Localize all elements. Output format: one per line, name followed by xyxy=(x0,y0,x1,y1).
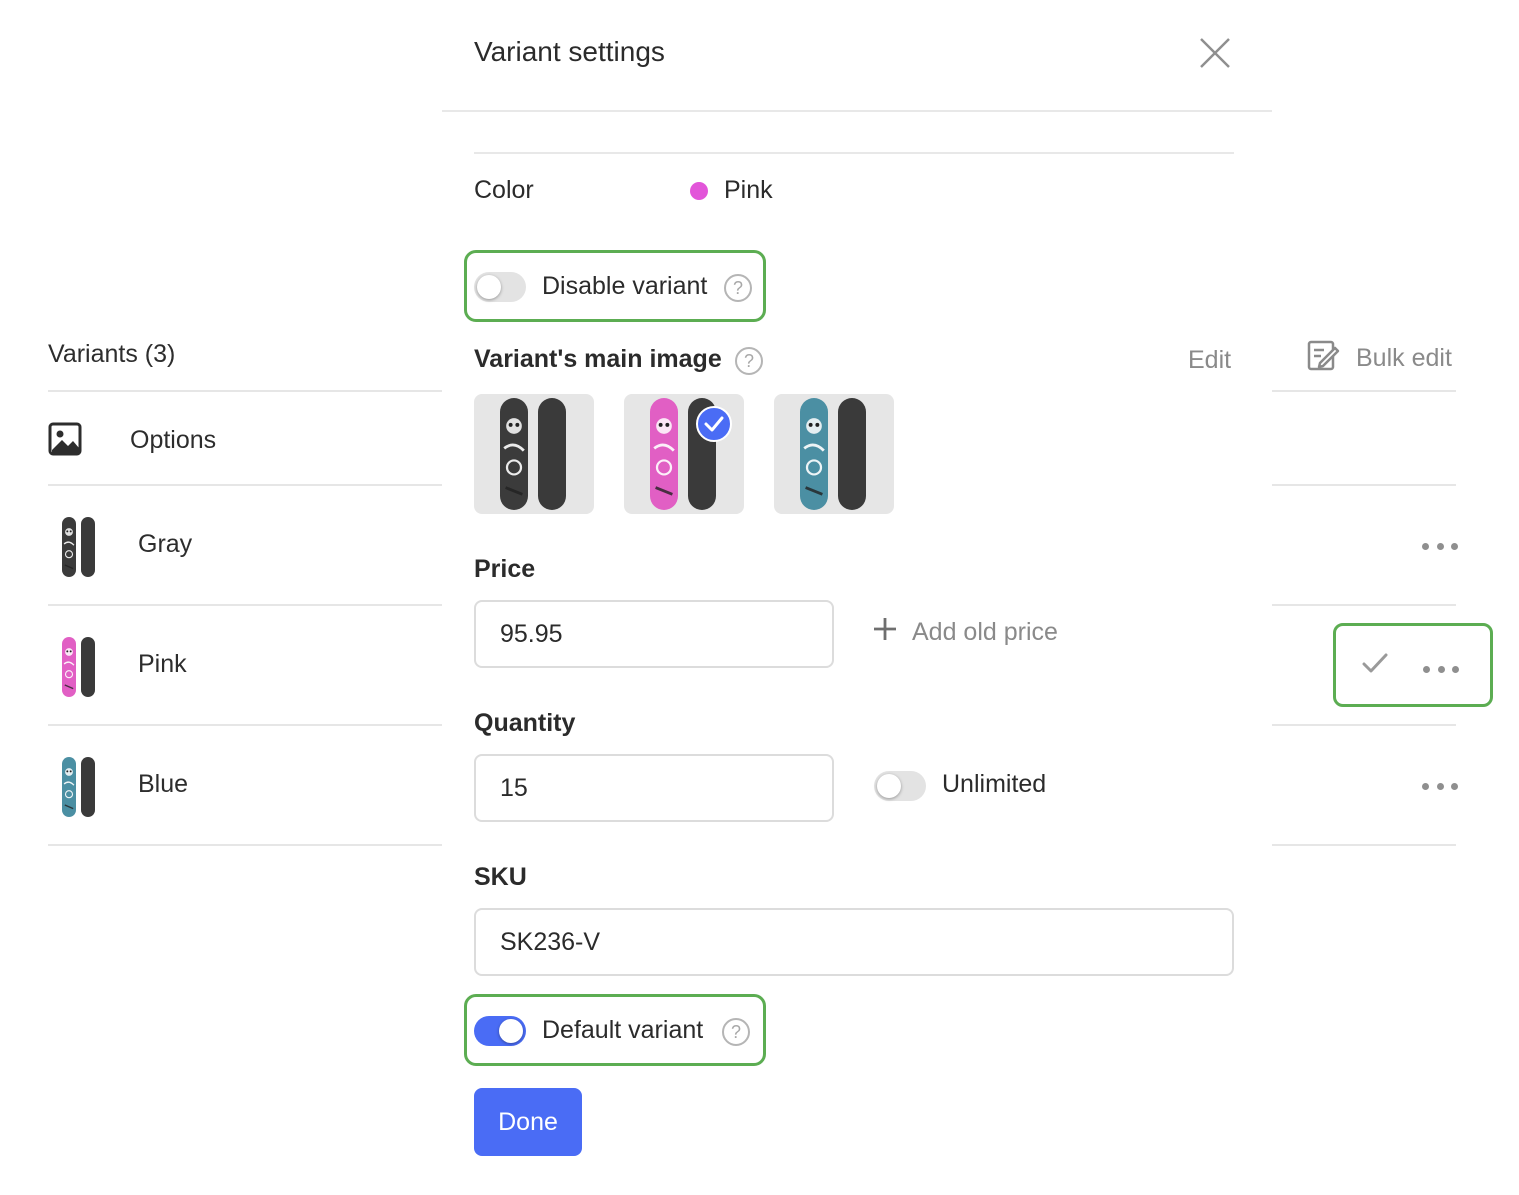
help-icon[interactable]: ? xyxy=(722,1018,750,1046)
variant-row-label: Blue xyxy=(138,770,189,798)
divider xyxy=(1272,844,1456,846)
edit-note-icon xyxy=(1306,338,1340,379)
variant-image-option[interactable] xyxy=(474,394,594,514)
default-variant-label: Default variant xyxy=(542,1016,704,1044)
disable-variant-label: Disable variant xyxy=(542,272,708,300)
main-image-label: Variant's main image xyxy=(474,345,722,373)
default-variant-toggle[interactable] xyxy=(474,1016,526,1046)
variant-row-blue[interactable]: Blue xyxy=(48,726,448,846)
price-input[interactable]: 95.95 xyxy=(474,600,834,668)
color-label: Color xyxy=(474,176,534,204)
variant-row-gray[interactable]: Gray xyxy=(48,486,448,606)
skateboard-thumbnail xyxy=(62,517,95,577)
divider xyxy=(48,390,442,392)
variant-row-label: Gray xyxy=(138,530,193,558)
disable-variant-toggle[interactable] xyxy=(474,272,526,302)
selected-check-icon xyxy=(696,406,732,442)
variants-title: Variants (3) xyxy=(48,340,176,368)
edit-images-link[interactable]: Edit xyxy=(1188,346,1231,375)
color-swatch xyxy=(690,182,708,200)
sku-label: SKU xyxy=(474,863,527,891)
done-button[interactable]: Done xyxy=(474,1088,582,1156)
add-old-price-button[interactable]: Add old price xyxy=(872,616,1058,649)
row-actions-highlight xyxy=(1333,623,1493,707)
unlimited-toggle[interactable] xyxy=(874,771,926,801)
divider xyxy=(442,110,1272,112)
skateboard-image xyxy=(800,398,866,510)
divider xyxy=(48,844,442,846)
divider xyxy=(474,152,1234,154)
more-options-icon[interactable] xyxy=(1422,541,1458,551)
divider xyxy=(1272,484,1456,486)
quantity-input[interactable]: 15 xyxy=(474,754,834,822)
options-header-row: Options xyxy=(48,420,428,460)
help-icon[interactable]: ? xyxy=(724,274,752,302)
image-icon xyxy=(48,422,82,461)
sku-input[interactable]: SK236-V xyxy=(474,908,1234,976)
skateboard-thumbnail xyxy=(62,757,95,817)
divider xyxy=(1272,390,1456,392)
options-column-label: Options xyxy=(130,425,217,454)
variant-row-pink[interactable]: Pink xyxy=(48,606,448,726)
add-old-price-label: Add old price xyxy=(912,618,1058,646)
color-value: Pink xyxy=(724,176,773,204)
plus-icon xyxy=(872,616,898,649)
close-icon[interactable] xyxy=(1198,36,1232,70)
bulk-edit-label: Bulk edit xyxy=(1356,344,1452,372)
skateboard-image xyxy=(500,398,566,510)
unlimited-label: Unlimited xyxy=(942,770,1047,798)
more-options-icon[interactable] xyxy=(1422,781,1458,791)
modal-title: Variant settings xyxy=(474,36,665,67)
divider xyxy=(1272,724,1456,726)
more-options-icon[interactable] xyxy=(1423,664,1459,674)
check-icon[interactable] xyxy=(1362,652,1388,679)
skateboard-thumbnail xyxy=(62,637,95,697)
variant-settings-modal: Variant settings Color Pink Disable vari… xyxy=(442,0,1272,1195)
divider xyxy=(1272,604,1456,606)
variant-image-option[interactable] xyxy=(774,394,894,514)
variant-image-option[interactable] xyxy=(624,394,744,514)
variant-row-label: Pink xyxy=(138,650,187,678)
help-icon[interactable]: ? xyxy=(735,347,763,375)
price-label: Price xyxy=(474,555,536,583)
quantity-label: Quantity xyxy=(474,709,576,737)
bulk-edit-button[interactable]: Bulk edit xyxy=(1306,338,1452,379)
